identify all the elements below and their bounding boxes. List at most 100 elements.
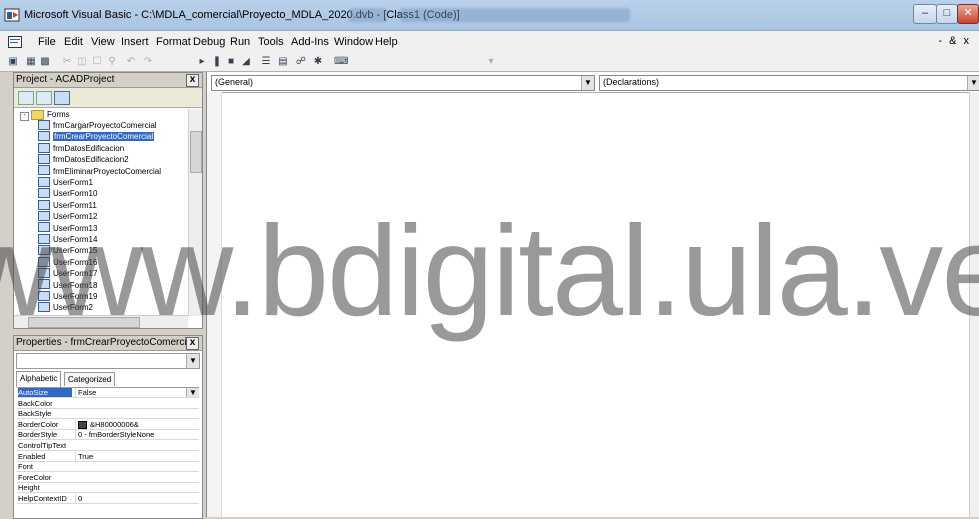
toolbox-icon[interactable]: ✱ xyxy=(311,55,325,68)
properties-icon[interactable]: ▤ xyxy=(276,55,290,68)
object-browser-icon[interactable]: ☍ xyxy=(294,55,308,68)
break-icon[interactable]: ❚ xyxy=(210,55,224,68)
project-explorer-icon[interactable]: ☰ xyxy=(259,55,273,68)
tree-item[interactable]: UserForm17 xyxy=(38,268,97,279)
tree-item[interactable]: UserForm12 xyxy=(38,211,97,222)
tree-item[interactable]: frmCrearProyectoComercial xyxy=(38,131,155,142)
property-name: HelpContextID xyxy=(18,494,67,503)
design-mode-icon[interactable]: ◢ xyxy=(239,55,253,68)
userform-icon xyxy=(38,142,50,153)
object-combo[interactable]: (General) ▼ xyxy=(211,75,595,91)
chevron-down-icon[interactable]: ▼ xyxy=(581,76,594,90)
undo-icon[interactable]: ↶ xyxy=(124,55,138,68)
redo-icon[interactable]: ↷ xyxy=(141,55,155,68)
menu-debug[interactable]: Debug xyxy=(193,36,225,48)
property-row[interactable]: Height xyxy=(17,483,199,494)
chevron-down-icon[interactable]: ▼ xyxy=(186,354,199,368)
tree-item[interactable]: UserForm15 xyxy=(38,245,97,256)
tree-folder-forms[interactable]: - Forms xyxy=(20,109,70,121)
property-row[interactable]: Font xyxy=(17,462,199,473)
view-icon[interactable]: ▣ xyxy=(6,55,20,68)
insert-userform-icon[interactable]: ▦ xyxy=(24,55,38,68)
toggle-folders-icon[interactable] xyxy=(54,91,70,105)
tree-item[interactable]: frmEliminarProyectoComercial xyxy=(38,165,161,177)
property-row[interactable]: BackStyle xyxy=(17,409,199,420)
scrollbar-thumb[interactable] xyxy=(190,131,202,173)
save-icon[interactable]: ▩ xyxy=(38,55,52,68)
project-horizontal-scrollbar[interactable] xyxy=(14,315,188,328)
chevron-down-icon[interactable]: ▼ xyxy=(967,76,979,90)
property-row[interactable]: AutoSize False ▼ xyxy=(17,388,199,398)
tree-item[interactable]: UserForm19 xyxy=(38,290,97,302)
code-window-icon[interactable] xyxy=(8,36,22,48)
property-row[interactable]: ControlTipText xyxy=(17,441,199,451)
menu-view[interactable]: View xyxy=(91,36,115,48)
property-value[interactable]: True xyxy=(75,451,199,461)
tree-item-label: UserForm2 xyxy=(53,303,94,313)
menu-run[interactable]: Run xyxy=(230,36,250,48)
menu-tools[interactable]: Tools xyxy=(258,36,284,48)
menu-window[interactable]: Window xyxy=(334,36,373,48)
menu-help[interactable]: Help xyxy=(375,36,398,48)
project-vertical-scrollbar[interactable] xyxy=(188,109,202,316)
property-name: BackStyle xyxy=(18,409,52,419)
tree-item[interactable]: UserForm16 xyxy=(38,256,97,268)
reset-icon[interactable]: ■ xyxy=(224,55,238,68)
tree-item-label: frmCrearProyectoComercial xyxy=(53,132,155,142)
collapse-icon[interactable]: - xyxy=(20,112,29,121)
menu-file[interactable]: File xyxy=(38,36,56,48)
close-icon[interactable]: x xyxy=(186,337,199,350)
code-vertical-scrollbar[interactable] xyxy=(969,92,979,517)
tree-item[interactable]: UserForm1 xyxy=(38,176,93,188)
toolbar-options-icon[interactable]: ▾ xyxy=(484,55,498,68)
tree-item[interactable]: frmCargarProyectoComercial xyxy=(38,119,157,131)
property-row[interactable]: BorderStyle 0 - fmBorderStyleNone xyxy=(17,430,199,441)
property-row[interactable]: BorderColor &H80000006& xyxy=(17,419,199,430)
tree-item[interactable]: UserForm11 xyxy=(38,199,97,211)
find-icon[interactable]: ⚲ xyxy=(105,55,119,68)
margin-indicator-bar[interactable] xyxy=(207,92,222,517)
tree-item[interactable]: UserForm18 xyxy=(38,279,97,291)
object-selector[interactable]: ▼ xyxy=(16,353,200,369)
property-row[interactable]: Enabled True xyxy=(17,451,199,462)
copy-icon[interactable]: ◫ xyxy=(75,55,89,68)
menu-format[interactable]: Format xyxy=(156,36,191,48)
cut-icon[interactable]: ✂ xyxy=(60,55,74,68)
procedure-combo[interactable]: (Declarations) ▼ xyxy=(599,75,979,91)
tab-alphabetic[interactable]: Alphabetic xyxy=(16,371,62,387)
tree-item-label: frmDatosEdificacion2 xyxy=(53,155,129,165)
property-value[interactable]: False xyxy=(75,388,199,397)
tab-categorized[interactable]: Categorized xyxy=(64,372,116,386)
property-value[interactable]: 0 - fmBorderStyleNone xyxy=(75,430,199,440)
property-row[interactable]: HelpContextID 0 xyxy=(17,494,199,504)
code-editor[interactable] xyxy=(207,92,979,518)
scrollbar-thumb[interactable] xyxy=(28,317,140,328)
property-row[interactable]: BackColor xyxy=(17,399,199,409)
property-value[interactable]: &H80000006& xyxy=(75,419,199,429)
menu-insert[interactable]: Insert xyxy=(121,36,149,48)
run-icon[interactable]: ▸ xyxy=(195,55,209,68)
mdi-window-controls[interactable]: - & x xyxy=(938,35,971,47)
tree-item[interactable]: UserForm10 xyxy=(38,188,97,199)
tree-item[interactable]: frmDatosEdificacion2 xyxy=(38,154,129,165)
menu-edit[interactable]: Edit xyxy=(64,36,83,48)
paste-icon[interactable]: ☐ xyxy=(90,55,104,68)
view-object-icon[interactable] xyxy=(36,91,52,105)
menu-add-ins[interactable]: Add-Ins xyxy=(291,36,329,48)
tree-item[interactable]: frmDatosEdificacion xyxy=(38,142,124,154)
property-row[interactable]: ForeColor xyxy=(17,473,199,483)
tree-item[interactable]: UserForm2 xyxy=(38,302,93,313)
minimize-button[interactable]: – xyxy=(913,4,937,24)
maximize-button[interactable]: □ xyxy=(936,4,958,24)
close-button[interactable]: ✕ xyxy=(957,4,979,24)
property-value[interactable]: 0 xyxy=(75,494,199,503)
tree-item[interactable]: UserForm13 xyxy=(38,222,97,234)
userform-icon xyxy=(38,131,50,142)
view-code-icon[interactable] xyxy=(18,91,34,105)
properties-title: Properties - frmCrearProyectoComercial xyxy=(16,337,195,348)
help-icon[interactable]: ⌨ xyxy=(334,55,348,68)
chevron-down-icon[interactable]: ▼ xyxy=(186,388,199,397)
userform-icon xyxy=(38,233,50,244)
tree-item[interactable]: UserForm14 xyxy=(38,233,97,245)
close-icon[interactable]: x xyxy=(186,74,199,87)
